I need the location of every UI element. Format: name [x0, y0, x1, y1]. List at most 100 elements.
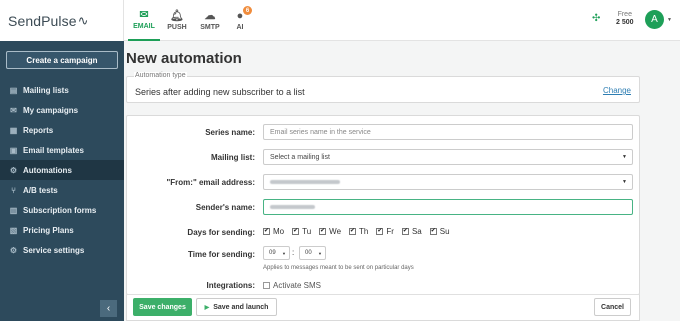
time-row: Time for sending: 09 ▼ : 00 ▼ Applies to…: [127, 246, 639, 276]
sidebar-item-subscription-forms[interactable]: ▥ Subscription forms: [0, 200, 124, 220]
day-checkbox-mo[interactable]: ✔ Mo: [263, 227, 284, 236]
chevron-down-icon[interactable]: ▼: [667, 17, 672, 23]
sidebar-item-reports[interactable]: ▦ Reports: [0, 120, 124, 140]
save-and-launch-button[interactable]: ▶ Save and launch: [196, 298, 277, 316]
automation-form: Series name: Email series name in the se…: [126, 115, 640, 295]
sender-name-label: Sender's name:: [195, 203, 255, 212]
change-type-link[interactable]: Change: [603, 86, 631, 95]
hour-select[interactable]: 09 ▼: [263, 246, 290, 260]
logo[interactable]: SendPulse ∿: [0, 0, 124, 41]
day-checkbox-fr[interactable]: ✔ Fr: [376, 227, 394, 236]
envelope-icon: ✉: [139, 9, 149, 21]
ai-badge: 6: [243, 6, 252, 15]
list-icon: ▤: [9, 85, 18, 95]
gift-icon[interactable]: ✣: [592, 14, 602, 24]
tab-smtp[interactable]: ☁ SMTP: [197, 0, 223, 41]
tag-icon: ▧: [9, 225, 18, 235]
sidebar-item-label: Mailing lists: [23, 85, 69, 95]
play-icon: ▶: [204, 304, 210, 311]
chevron-down-icon: ▼: [622, 154, 627, 160]
day-label: Su: [439, 227, 450, 236]
checkbox-checked-icon: ✔: [429, 228, 437, 235]
day-checkbox-sa[interactable]: ✔ Sa: [401, 227, 422, 236]
plan-count: 2 500: [616, 19, 634, 26]
activate-sms-label: Activate SMS: [273, 281, 322, 290]
tab-push[interactable]: 🔔︎ PUSH: [164, 0, 190, 41]
sidebar-item-label: Automations: [23, 165, 72, 175]
sidebar-item-label: Service settings: [23, 245, 85, 255]
minute-select[interactable]: 00 ▼: [299, 246, 326, 260]
series-name-label: Series name:: [205, 128, 255, 137]
sender-name-input[interactable]: [263, 199, 633, 215]
split-icon: ⑂: [11, 185, 16, 195]
activate-sms-checkbox[interactable]: Activate SMS: [263, 281, 321, 290]
chart-icon: ▦: [9, 125, 18, 135]
mailing-list-select[interactable]: Select a mailing list ▼: [263, 149, 633, 165]
sidebar-nav: ▤ Mailing lists ✉ My campaigns ▦ Reports…: [0, 80, 124, 260]
tab-label: EMAIL: [133, 23, 155, 30]
series-name-input[interactable]: Email series name in the service: [263, 124, 633, 140]
mailing-list-value: Select a mailing list: [270, 153, 330, 161]
tab-label: PUSH: [167, 24, 187, 31]
hour-value: 09: [269, 250, 276, 256]
collapse-sidebar-button[interactable]: ‹: [100, 300, 117, 317]
chevron-down-icon: ▼: [622, 179, 627, 185]
settings-icon: ⚙: [9, 245, 18, 255]
sidebar-item-label: My campaigns: [23, 105, 79, 115]
automation-type-label: Automation type: [134, 72, 187, 79]
gear-flow-icon: ⚙: [9, 165, 18, 175]
tab-email[interactable]: ✉ EMAIL: [128, 0, 160, 41]
minute-value: 00: [305, 250, 312, 256]
integrations-row: Integrations: Activate SMS: [127, 279, 639, 293]
sidebar-item-my-campaigns[interactable]: ✉ My campaigns: [0, 100, 124, 120]
days-row: Days for sending: ✔ Mo ✔ Tu ✔ We ✔ Th ✔ Fr ✔ S…: [127, 226, 639, 238]
sidebar-item-pricing-plans[interactable]: ▧ Pricing Plans: [0, 220, 124, 240]
checkbox-checked-icon: ✔: [319, 228, 327, 235]
sender-name-value-redacted: [270, 205, 315, 209]
automation-type-value: Series after adding new subscriber to a …: [135, 87, 305, 97]
from-email-select[interactable]: ▼: [263, 174, 633, 190]
time-separator: :: [292, 248, 295, 257]
sidebar-item-label: Email templates: [23, 145, 84, 155]
sidebar-item-automations[interactable]: ⚙ Automations: [0, 160, 124, 180]
sidebar-item-service-settings[interactable]: ⚙ Service settings: [0, 240, 124, 260]
day-label: Th: [359, 227, 369, 236]
integrations-label: Integrations:: [206, 281, 255, 290]
sidebar-item-label: A/B tests: [23, 185, 58, 195]
checkbox-unchecked-icon: [263, 282, 270, 289]
avatar[interactable]: A: [645, 10, 664, 29]
cloud-icon: ☁: [204, 10, 216, 22]
from-email-value-redacted: [270, 180, 340, 184]
sidebar-item-email-templates[interactable]: ▣ Email templates: [0, 140, 124, 160]
day-checkbox-we[interactable]: ✔ We: [319, 227, 341, 236]
envelope-icon: ✉: [10, 105, 17, 115]
form-footer: Save changes ▶ Save and launch Cancel: [126, 294, 640, 321]
plan-info[interactable]: Free 2 500: [616, 11, 634, 26]
sidebar: SendPulse ∿ Create a campaign ▤ Mailing …: [0, 0, 124, 321]
sidebar-item-ab-tests[interactable]: ⑂ A/B tests: [0, 180, 124, 200]
tab-ai[interactable]: ● AI 6: [232, 0, 252, 41]
day-label: We: [329, 227, 342, 236]
sidebar-item-mailing-lists[interactable]: ▤ Mailing lists: [0, 80, 124, 100]
save-and-launch-label: Save and launch: [213, 303, 269, 311]
template-icon: ▣: [9, 145, 18, 155]
days-label: Days for sending:: [187, 228, 255, 237]
top-bar: ✉ EMAIL 🔔︎ PUSH ☁ SMTP ● AI 6 ✣ Free 2 5…: [124, 0, 680, 41]
tab-label: AI: [236, 24, 244, 31]
automation-type-card: Automation type Series after adding new …: [126, 72, 640, 103]
chevron-down-icon: ▼: [282, 251, 286, 256]
from-email-label: "From:" email address:: [166, 178, 256, 187]
cancel-button[interactable]: Cancel: [594, 298, 631, 316]
form-icon: ▥: [9, 205, 18, 215]
checkbox-checked-icon: ✔: [263, 228, 270, 235]
save-changes-button[interactable]: Save changes: [133, 298, 192, 316]
checkbox-checked-icon: ✔: [376, 228, 384, 235]
day-checkbox-su[interactable]: ✔ Su: [429, 227, 450, 236]
create-campaign-button[interactable]: Create a campaign: [6, 51, 118, 69]
day-checkbox-th[interactable]: ✔ Th: [349, 227, 368, 236]
checkbox-checked-icon: ✔: [401, 228, 409, 235]
day-checkbox-tu[interactable]: ✔ Tu: [292, 227, 311, 236]
plan-name: Free: [617, 11, 632, 18]
day-label: Tu: [302, 227, 312, 236]
chevron-down-icon: ▼: [318, 251, 322, 256]
